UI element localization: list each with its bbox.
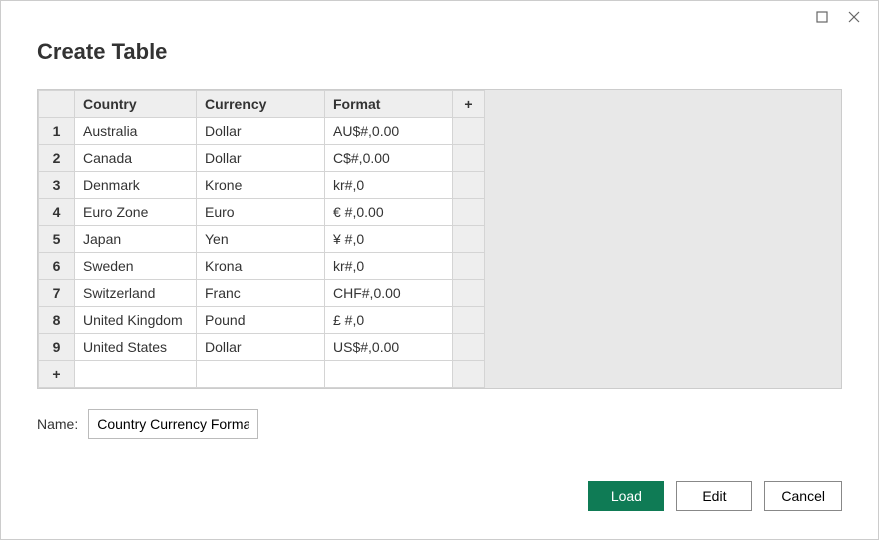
cell-currency[interactable]: Dollar <box>197 334 325 361</box>
cell-format[interactable]: CHF#,0.00 <box>325 280 453 307</box>
cell-trailing[interactable] <box>453 172 485 199</box>
dialog-title: Create Table <box>1 33 878 65</box>
cell-empty[interactable] <box>197 361 325 388</box>
cell-country[interactable]: Euro Zone <box>75 199 197 226</box>
cell-trailing[interactable] <box>453 253 485 280</box>
cell-format[interactable]: € #,0.00 <box>325 199 453 226</box>
cell-format[interactable]: AU$#,0.00 <box>325 118 453 145</box>
table-row[interactable]: 9United StatesDollarUS$#,0.00 <box>39 334 485 361</box>
row-number[interactable]: 5 <box>39 226 75 253</box>
row-number[interactable]: 6 <box>39 253 75 280</box>
cell-format[interactable]: US$#,0.00 <box>325 334 453 361</box>
edit-button[interactable]: Edit <box>676 481 752 511</box>
row-number[interactable]: 2 <box>39 145 75 172</box>
cell-country[interactable]: Denmark <box>75 172 197 199</box>
cell-format[interactable]: kr#,0 <box>325 172 453 199</box>
table-row[interactable]: 6SwedenKronakr#,0 <box>39 253 485 280</box>
cell-format[interactable]: £ #,0 <box>325 307 453 334</box>
cell-currency[interactable]: Euro <box>197 199 325 226</box>
cell-country[interactable]: Japan <box>75 226 197 253</box>
cell-currency[interactable]: Pound <box>197 307 325 334</box>
name-input[interactable] <box>88 409 258 439</box>
cell-trailing[interactable] <box>453 334 485 361</box>
table-row[interactable]: 7SwitzerlandFrancCHF#,0.00 <box>39 280 485 307</box>
table-row[interactable]: 2CanadaDollarC$#,0.00 <box>39 145 485 172</box>
add-column-button[interactable]: + <box>453 91 485 118</box>
table-row[interactable]: 5JapanYen¥ #,0 <box>39 226 485 253</box>
row-number[interactable]: 4 <box>39 199 75 226</box>
cell-format[interactable]: kr#,0 <box>325 253 453 280</box>
cell-empty[interactable] <box>325 361 453 388</box>
cell-empty[interactable] <box>75 361 197 388</box>
cell-country[interactable]: Australia <box>75 118 197 145</box>
table-grid[interactable]: Country Currency Format + 1AustraliaDoll… <box>37 89 842 389</box>
cell-trailing[interactable] <box>453 280 485 307</box>
column-header-country[interactable]: Country <box>75 91 197 118</box>
row-number[interactable]: 1 <box>39 118 75 145</box>
grid-corner[interactable] <box>39 91 75 118</box>
cell-format[interactable]: ¥ #,0 <box>325 226 453 253</box>
row-number[interactable]: 9 <box>39 334 75 361</box>
cell-trailing[interactable] <box>453 118 485 145</box>
cell-empty[interactable] <box>453 361 485 388</box>
cell-currency[interactable]: Yen <box>197 226 325 253</box>
row-number[interactable]: 8 <box>39 307 75 334</box>
cell-trailing[interactable] <box>453 307 485 334</box>
name-label: Name: <box>37 416 78 432</box>
row-number[interactable]: 3 <box>39 172 75 199</box>
cell-country[interactable]: Sweden <box>75 253 197 280</box>
maximize-icon[interactable] <box>806 1 838 33</box>
cell-country[interactable]: United Kingdom <box>75 307 197 334</box>
cell-country[interactable]: United States <box>75 334 197 361</box>
cancel-button[interactable]: Cancel <box>764 481 842 511</box>
table-row[interactable]: 4Euro ZoneEuro€ #,0.00 <box>39 199 485 226</box>
cell-format[interactable]: C$#,0.00 <box>325 145 453 172</box>
cell-trailing[interactable] <box>453 226 485 253</box>
table-row[interactable]: 8United KingdomPound£ #,0 <box>39 307 485 334</box>
load-button[interactable]: Load <box>588 481 664 511</box>
cell-trailing[interactable] <box>453 145 485 172</box>
cell-currency[interactable]: Dollar <box>197 145 325 172</box>
close-icon[interactable] <box>838 1 870 33</box>
cell-currency[interactable]: Krone <box>197 172 325 199</box>
table-row[interactable]: 1AustraliaDollarAU$#,0.00 <box>39 118 485 145</box>
cell-country[interactable]: Canada <box>75 145 197 172</box>
cell-trailing[interactable] <box>453 199 485 226</box>
cell-currency[interactable]: Krona <box>197 253 325 280</box>
cell-country[interactable]: Switzerland <box>75 280 197 307</box>
column-header-currency[interactable]: Currency <box>197 91 325 118</box>
cell-currency[interactable]: Dollar <box>197 118 325 145</box>
table-row[interactable]: 3DenmarkKronekr#,0 <box>39 172 485 199</box>
cell-currency[interactable]: Franc <box>197 280 325 307</box>
add-row-button[interactable]: + <box>39 361 75 388</box>
column-header-format[interactable]: Format <box>325 91 453 118</box>
row-number[interactable]: 7 <box>39 280 75 307</box>
